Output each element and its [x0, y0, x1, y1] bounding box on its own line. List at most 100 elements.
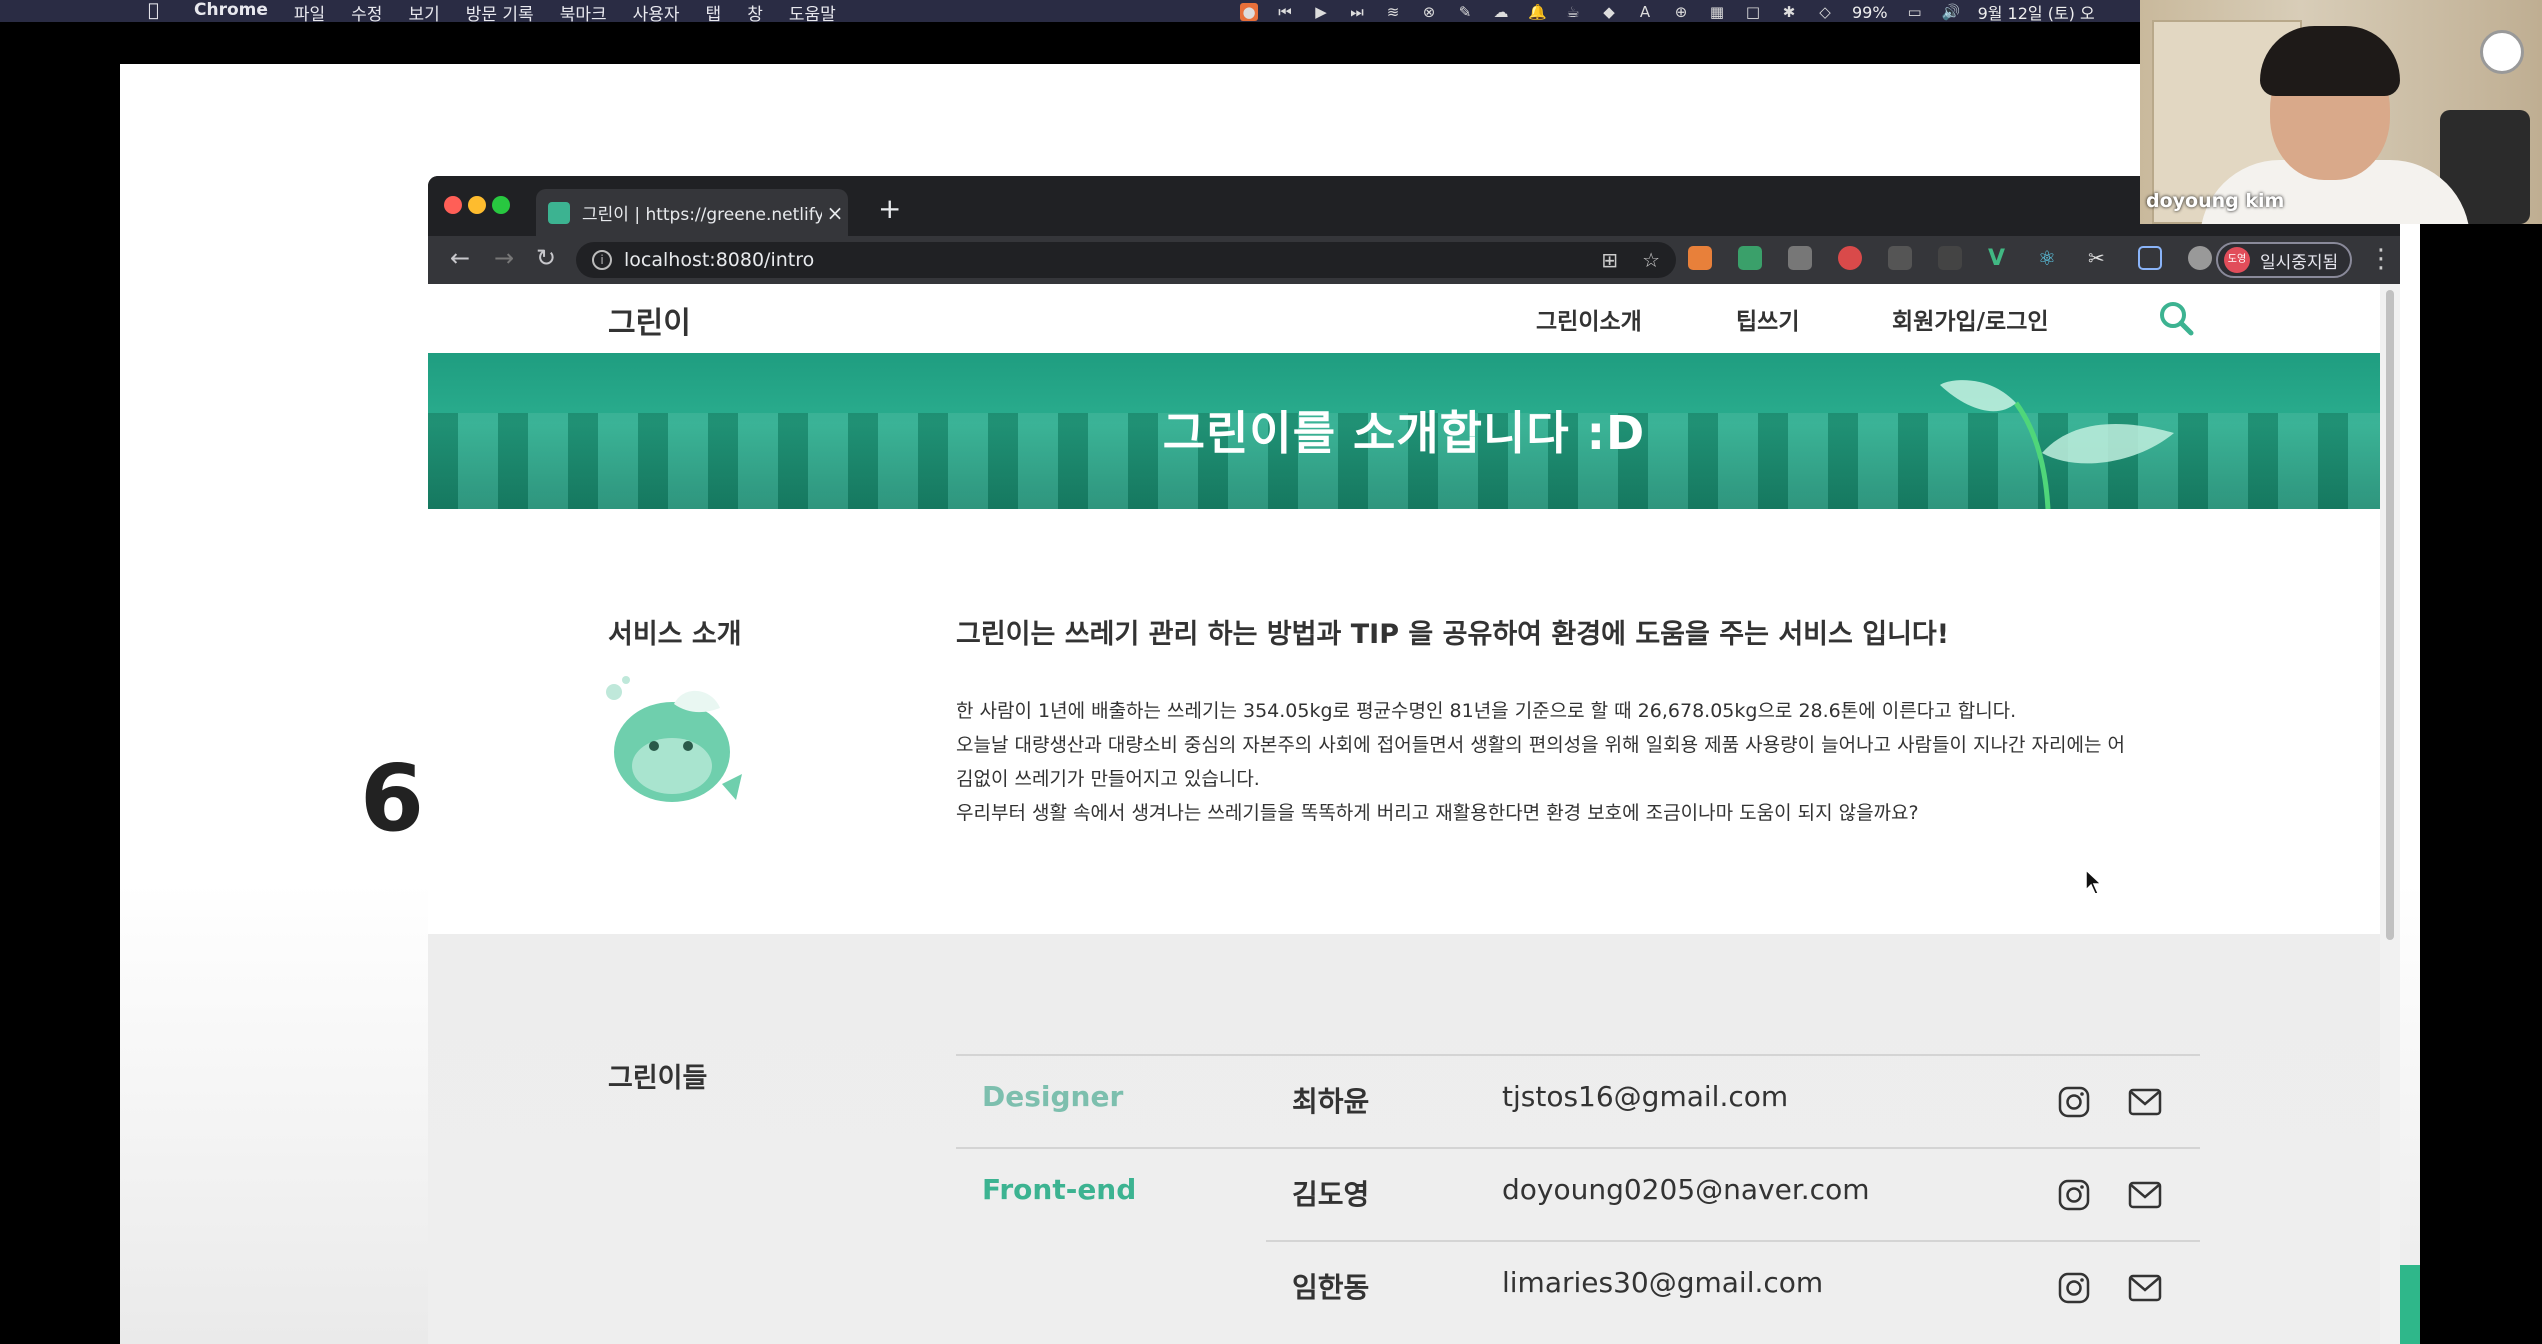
- tab-close-icon[interactable]: ×: [822, 201, 848, 225]
- menubar-clock[interactable]: 9월 12일 (토) 오: [1978, 0, 2095, 24]
- mail-icon[interactable]: [2128, 1088, 2162, 1116]
- apple-icon[interactable]: : [148, 0, 159, 21]
- extension-11-icon[interactable]: [2188, 246, 2212, 270]
- vue-devtools-icon[interactable]: V: [1988, 246, 2012, 271]
- favicon-icon: [548, 201, 570, 224]
- service-intro-heading: 그린이는 쓰레기 관리 하는 방법과 TIP 을 공유하여 환경에 도움을 주는…: [956, 619, 1950, 650]
- reload-icon[interactable]: ↻: [530, 244, 562, 272]
- instagram-icon[interactable]: [2058, 1272, 2090, 1304]
- scrollbar-thumb[interactable]: [2386, 290, 2394, 940]
- instagram-icon[interactable]: [2058, 1086, 2090, 1118]
- intro-line-4: 우리부터 생활 속에서 생겨나는 쓰레기들을 똑똑하게 버리고 재활용한다면 환…: [956, 802, 1919, 824]
- bluetooth-icon[interactable]: ✱: [1780, 3, 1798, 21]
- extension-6-icon[interactable]: [1938, 246, 1962, 270]
- hero-banner: 그린이를 소개합니다 :D: [428, 353, 2380, 509]
- extension-2-icon[interactable]: [1738, 246, 1762, 270]
- window-minimize-button[interactable]: [468, 196, 486, 214]
- webcam-name-label: doyoung kim: [2146, 190, 2285, 212]
- new-tab-button[interactable]: +: [878, 192, 901, 225]
- brush-icon[interactable]: ✎: [1456, 3, 1474, 21]
- accessibility-icon[interactable]: ⊕: [1672, 3, 1690, 21]
- mascot-icon: [606, 676, 742, 802]
- tab-active[interactable]: 그린이 | https://greene.netlify.a ×: [536, 189, 848, 236]
- screen:  Chrome 파일 수정 보기 방문 기록 북마크 사용자 탭 창 도움말 …: [0, 0, 2542, 1344]
- extension-9-icon[interactable]: ✂: [2088, 246, 2112, 270]
- extensions: V ⚛ ✂ ✚: [1688, 246, 2262, 271]
- menu-history[interactable]: 방문 기록: [466, 0, 534, 25]
- member-email: doyoung0205@naver.com: [1502, 1173, 1870, 1206]
- row-divider: [956, 1147, 2200, 1149]
- forward-icon[interactable]: →: [488, 244, 520, 272]
- record-icon[interactable]: ●: [1240, 3, 1258, 21]
- extension-5-icon[interactable]: [1888, 246, 1912, 270]
- mouse-cursor-icon: [2085, 868, 2103, 895]
- extension-4-icon[interactable]: [1838, 246, 1862, 270]
- input-method-icon[interactable]: A: [1636, 3, 1654, 21]
- table-row: Designer 최하윤 tjstos16@gmail.com: [956, 1054, 2200, 1147]
- sprout-icon: [1940, 380, 2174, 509]
- menu-tab[interactable]: 탭: [706, 0, 722, 25]
- instagram-icon[interactable]: [2058, 1179, 2090, 1211]
- browser-window: 그린이 | https://greene.netlify.a × + ← → ↻…: [428, 176, 2400, 1344]
- row-divider: [956, 1054, 2200, 1056]
- more-menu-icon[interactable]: ⋮: [2368, 244, 2394, 274]
- nav-signup-login-link[interactable]: 회원가입/로그인: [1892, 302, 2049, 336]
- previous-track-icon[interactable]: ⏮: [1276, 3, 1294, 21]
- menu-people[interactable]: 사용자: [633, 0, 680, 25]
- close-circle-icon[interactable]: ⊗: [1420, 3, 1438, 21]
- team-table: Designer 최하윤 tjstos16@gmail.com Front-en…: [956, 1054, 2200, 1333]
- menu-app-name[interactable]: Chrome: [194, 0, 268, 25]
- react-devtools-icon[interactable]: ⚛: [2038, 246, 2062, 270]
- avatar: 도영: [2224, 247, 2250, 273]
- row-divider: [1266, 1240, 2200, 1242]
- battery-percent[interactable]: 99%: [1852, 3, 1888, 22]
- menu-extra-icon[interactable]: ≋: [1384, 3, 1402, 21]
- member-name: 김도영: [1292, 1178, 1370, 1211]
- window-icon[interactable]: ▦: [1708, 3, 1726, 21]
- team-label: 그린이들: [608, 1063, 708, 1094]
- menu-file[interactable]: 파일: [294, 0, 325, 25]
- screenshot-extension-icon[interactable]: [2138, 246, 2162, 270]
- menu-help[interactable]: 도움말: [789, 0, 836, 25]
- shield-icon[interactable]: ◆: [1600, 3, 1618, 21]
- intro-line-2: 오늘날 대량생산과 대량소비 중심의 자본주의 사회에 접어들면서 생활의 편의…: [956, 734, 2125, 756]
- app-menus: Chrome 파일 수정 보기 방문 기록 북마크 사용자 탭 창 도움말: [194, 0, 836, 25]
- menu-window[interactable]: 창: [747, 0, 763, 25]
- bookmark-star-icon[interactable]: ☆: [1642, 248, 1660, 272]
- extension-1-icon[interactable]: [1688, 246, 1712, 270]
- extension-3-icon[interactable]: [1788, 246, 1812, 270]
- window-zoom-button[interactable]: [492, 196, 510, 214]
- back-icon[interactable]: ←: [444, 244, 476, 272]
- mail-icon[interactable]: [2128, 1181, 2162, 1209]
- info-icon[interactable]: i: [592, 250, 612, 270]
- cloud-icon[interactable]: ☁: [1492, 3, 1510, 21]
- volume-icon[interactable]: 🔊: [1942, 3, 1961, 21]
- profile-button[interactable]: 도영 일시중지됨: [2216, 242, 2352, 278]
- member-role: Designer: [982, 1080, 1124, 1113]
- square-icon[interactable]: □: [1744, 3, 1762, 21]
- translate-icon[interactable]: ⊞: [1601, 248, 1618, 272]
- page-scrollbar[interactable]: [2380, 284, 2400, 1344]
- intro-line-1: 한 사람이 1년에 배출하는 쓰레기는 354.05kg로 평균수명인 81년을…: [956, 700, 2017, 722]
- menu-view[interactable]: 보기: [408, 0, 439, 25]
- bell-icon[interactable]: 🔔: [1528, 3, 1547, 21]
- battery-icon[interactable]: ▭: [1906, 3, 1924, 21]
- wall-clock: [2480, 30, 2524, 74]
- menu-edit[interactable]: 수정: [351, 0, 382, 25]
- tab-title: 그린이 | https://greene.netlify.a: [582, 205, 822, 225]
- site-logo[interactable]: 그린이: [608, 298, 691, 342]
- search-icon[interactable]: [2156, 298, 2196, 338]
- wifi-icon[interactable]: ◇: [1816, 3, 1834, 21]
- play-icon[interactable]: ▶: [1312, 3, 1330, 21]
- nav-intro-link[interactable]: 그린이소개: [1536, 302, 1642, 336]
- window-close-button[interactable]: [444, 196, 462, 214]
- address-bar[interactable]: i localhost:8080/intro ⊞ ☆: [576, 242, 1676, 278]
- member-email: limaries30@gmail.com: [1502, 1266, 1824, 1299]
- cup-icon[interactable]: ☕: [1564, 3, 1582, 21]
- next-track-icon[interactable]: ⏭: [1348, 3, 1366, 21]
- nav-write-tip-link[interactable]: 팁쓰기: [1736, 302, 1799, 336]
- mail-icon[interactable]: [2128, 1274, 2162, 1302]
- menu-bookmarks[interactable]: 북마크: [560, 0, 607, 25]
- url-text[interactable]: localhost:8080/intro: [624, 249, 814, 271]
- profile-status-label: 일시중지됨: [2260, 252, 2339, 273]
